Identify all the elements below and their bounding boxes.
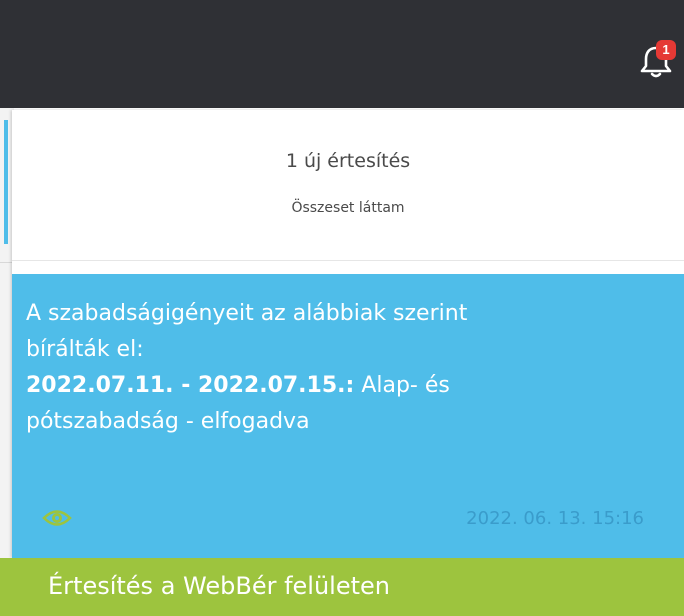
notification-leave-type-part-2: pótszabadság - elfogadva (26, 409, 310, 434)
notification-dropdown-header: 1 új értesítés Összeset láttam (12, 110, 684, 261)
notification-item[interactable]: A szabadságigényeit az alábbiak szerint … (12, 274, 684, 558)
notification-line-1: A szabadságigényeit az alábbiak szerint (26, 301, 468, 326)
header-spacer (12, 261, 684, 274)
mark-all-read-link[interactable]: Összeset láttam (12, 200, 684, 216)
new-notification-count: 1 új értesítés (285, 150, 411, 172)
eye-icon[interactable] (42, 506, 72, 530)
caption-text: Értesítés a WebBér felületen (48, 572, 390, 600)
notification-date-range: 2022.07.11. - 2022.07.15.: (26, 373, 355, 398)
notification-line-2: bírálták el: (26, 337, 144, 362)
notification-bell-button[interactable]: 1 (636, 40, 680, 84)
caption-bar: Értesítés a WebBér felületen (0, 558, 684, 616)
top-navigation-bar: 1 (0, 0, 684, 108)
notification-count-badge: 1 (656, 40, 676, 60)
notification-timestamp: 2022. 06. 13. 15:16 (466, 508, 644, 529)
background-divider (0, 262, 12, 263)
notification-leave-type-part-1: Alap- és (361, 373, 450, 398)
notification-dropdown: 1 új értesítés Összeset láttam A szabads… (12, 110, 684, 558)
notification-message: A szabadságigényeit az alábbiak szerint … (26, 296, 626, 440)
background-accent-bar (4, 120, 8, 244)
